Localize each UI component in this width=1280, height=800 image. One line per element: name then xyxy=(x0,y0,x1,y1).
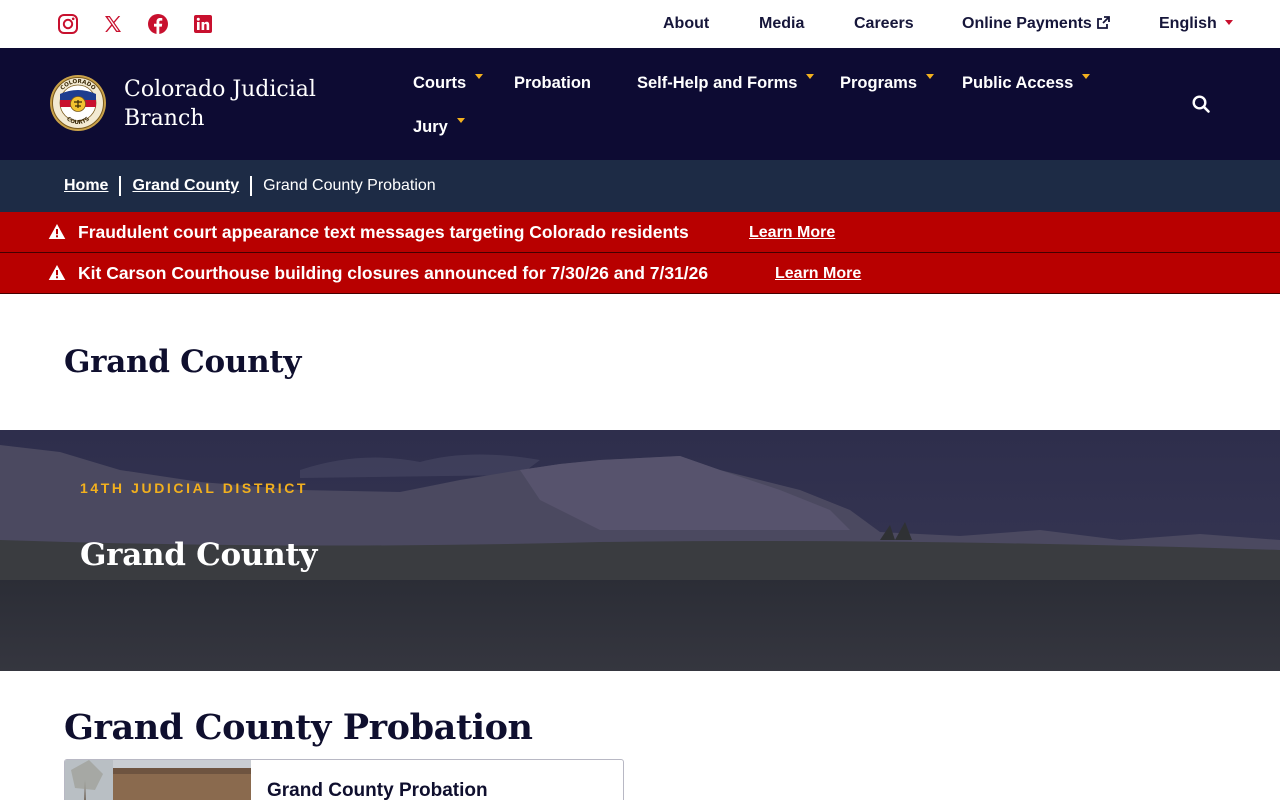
nav-jury-label: Jury xyxy=(413,118,448,136)
chevron-down-icon xyxy=(475,74,484,79)
alert-banner: Fraudulent court appearance text message… xyxy=(0,212,1280,253)
brand-line-1: Colorado Judicial xyxy=(124,77,316,102)
warning-icon xyxy=(48,265,66,280)
media-label: Media xyxy=(759,15,805,32)
alert-banner: Kit Carson Courthouse building closures … xyxy=(0,253,1280,294)
brand-name: Colorado Judicial Branch xyxy=(124,75,316,133)
search-icon xyxy=(1192,95,1210,113)
breadcrumb: Home Grand County Grand County Probation xyxy=(0,160,1280,212)
card-title: Grand County Probation xyxy=(267,780,488,800)
hero-banner: 14TH JUDICIAL DISTRICT Grand County xyxy=(0,430,1280,671)
about-link[interactable]: About xyxy=(663,14,709,34)
chevron-down-icon xyxy=(1082,74,1091,79)
social-links xyxy=(57,13,237,35)
nav-probation-label: Probation xyxy=(514,74,591,92)
warning-icon xyxy=(48,224,66,239)
chevron-down-icon xyxy=(456,118,465,123)
careers-label: Careers xyxy=(854,15,914,32)
search-button[interactable] xyxy=(1190,93,1212,115)
breadcrumb-county[interactable]: Grand County xyxy=(132,176,239,196)
page-title: Grand County xyxy=(64,344,302,380)
nav-probation[interactable]: Probation xyxy=(514,73,591,93)
nav-jury[interactable]: Jury xyxy=(413,117,465,137)
nav-public-access[interactable]: Public Access xyxy=(962,73,1091,93)
language-label: English xyxy=(1159,15,1217,32)
section-title: Grand County Probation xyxy=(64,707,533,748)
media-link[interactable]: Media xyxy=(759,14,804,34)
probation-office-card[interactable]: Grand County Probation xyxy=(64,759,624,800)
courthouse-photo xyxy=(65,760,251,800)
alert-learn-more-link[interactable]: Learn More xyxy=(749,223,835,243)
nav-courts[interactable]: Courts xyxy=(413,73,484,93)
about-label: About xyxy=(663,15,710,32)
facebook-icon[interactable] xyxy=(147,13,169,35)
nav-programs[interactable]: Programs xyxy=(840,73,935,93)
alert-learn-more-link[interactable]: Learn More xyxy=(775,264,861,284)
external-link-icon xyxy=(1096,16,1110,29)
x-twitter-icon[interactable] xyxy=(102,13,124,35)
instagram-icon[interactable] xyxy=(57,13,79,35)
alert-message: Kit Carson Courthouse building closures … xyxy=(78,263,709,283)
language-selector[interactable]: English xyxy=(1159,14,1233,34)
hero-eyebrow: 14TH JUDICIAL DISTRICT xyxy=(80,480,309,496)
nav-self-help[interactable]: Self-Help and Forms xyxy=(637,73,815,93)
nav-courts-label: Courts xyxy=(413,74,467,92)
hero-title: Grand County xyxy=(80,537,318,573)
online-payments-link[interactable]: Online Payments xyxy=(962,14,1110,34)
brand-line-2: Branch xyxy=(124,106,205,131)
chevron-down-icon xyxy=(806,74,815,79)
linkedin-icon[interactable] xyxy=(192,13,214,35)
breadcrumb-separator xyxy=(119,176,122,196)
nav-programs-label: Programs xyxy=(840,74,918,92)
breadcrumb-home[interactable]: Home xyxy=(64,176,108,196)
online-payments-label: Online Payments xyxy=(962,15,1092,32)
colorado-courts-seal-icon: COLORADO COURTS xyxy=(50,75,106,131)
nav-self-help-label: Self-Help and Forms xyxy=(637,74,798,92)
careers-link[interactable]: Careers xyxy=(854,14,914,34)
chevron-down-icon xyxy=(1224,20,1233,25)
chevron-down-icon xyxy=(926,74,935,79)
main-header: COLORADO COURTS Colorado Judicial Branch… xyxy=(0,48,1280,160)
alert-message: Fraudulent court appearance text message… xyxy=(78,222,689,242)
breadcrumb-separator xyxy=(250,176,253,196)
utility-bar: About Media Careers Online Payments Engl… xyxy=(0,0,1280,48)
nav-public-access-label: Public Access xyxy=(962,74,1074,92)
breadcrumb-current: Grand County Probation xyxy=(263,177,436,194)
